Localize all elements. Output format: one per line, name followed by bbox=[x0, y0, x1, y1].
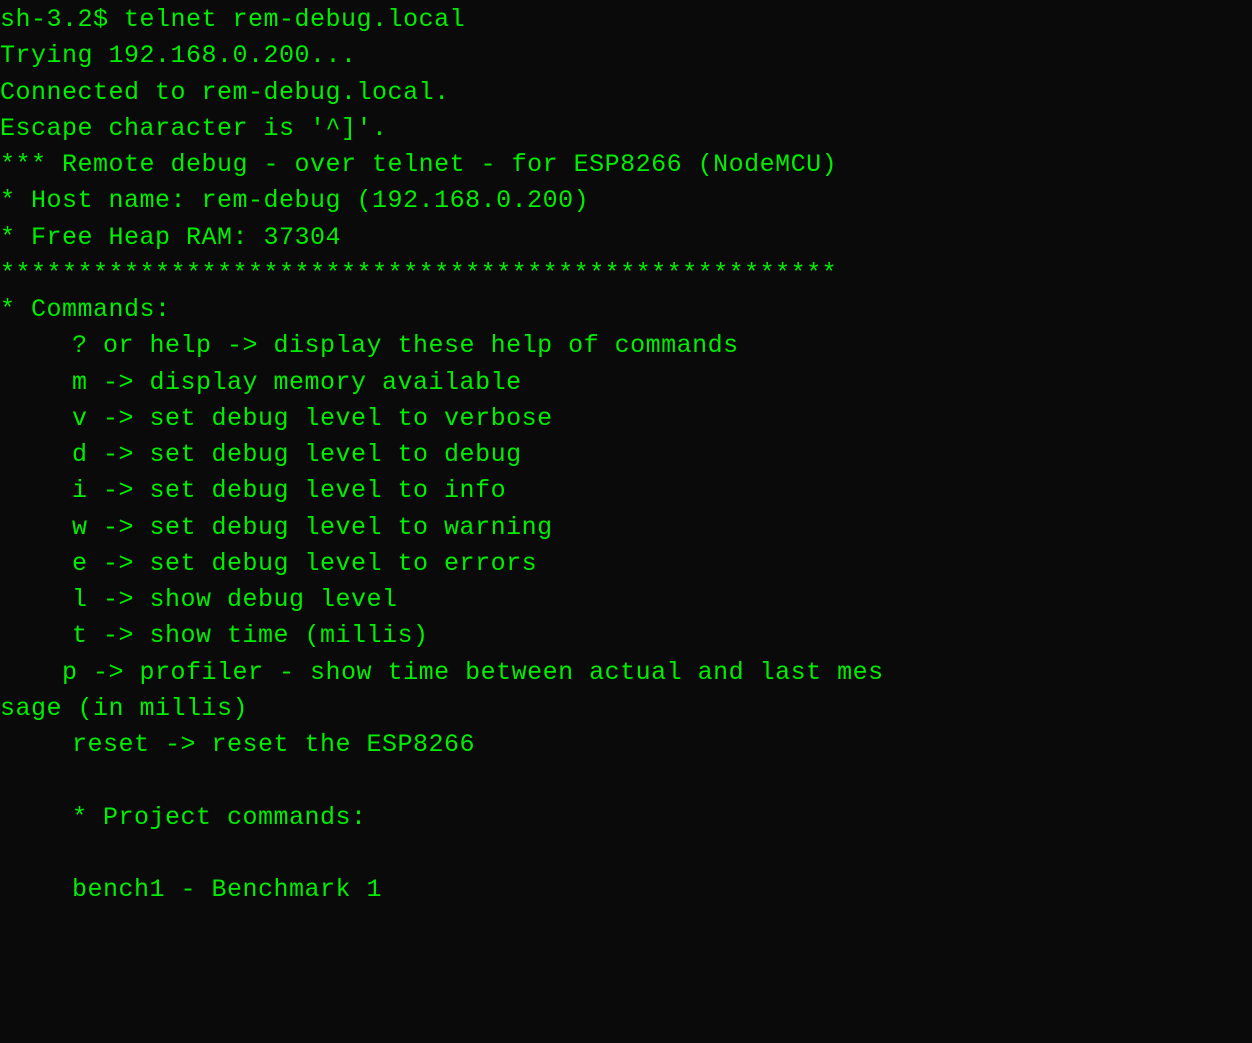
cmd-p-line2: sage (in millis) bbox=[0, 691, 1252, 727]
project-commands-header: * Project commands: bbox=[0, 800, 1252, 836]
hostname-line: * Host name: rem-debug (192.168.0.200) bbox=[0, 183, 1252, 219]
cmd-v: v -> set debug level to verbose bbox=[0, 401, 1252, 437]
trying-line: Trying 192.168.0.200... bbox=[0, 38, 1252, 74]
cmd-help: ? or help -> display these help of comma… bbox=[0, 328, 1252, 364]
separator-stars: ****************************************… bbox=[0, 256, 1252, 292]
cmd-i: i -> set debug level to info bbox=[0, 473, 1252, 509]
remote-debug-header: *** Remote debug - over telnet - for ESP… bbox=[0, 147, 1252, 183]
cmd-l: l -> show debug level bbox=[0, 582, 1252, 618]
blank-line-2 bbox=[0, 836, 1252, 872]
cmd-reset: reset -> reset the ESP8266 bbox=[0, 727, 1252, 763]
cmd-m: m -> display memory available bbox=[0, 365, 1252, 401]
connected-line: Connected to rem-debug.local. bbox=[0, 75, 1252, 111]
cmd-t: t -> show time (millis) bbox=[0, 618, 1252, 654]
commands-header: * Commands: bbox=[0, 292, 1252, 328]
freeheap-line: * Free Heap RAM: 37304 bbox=[0, 220, 1252, 256]
blank-line-1 bbox=[0, 763, 1252, 799]
cmd-p-line1: p -> profiler - show time between actual… bbox=[0, 655, 1252, 691]
prompt-line: sh-3.2$ telnet rem-debug.local bbox=[0, 2, 1252, 38]
cmd-d: d -> set debug level to debug bbox=[0, 437, 1252, 473]
escape-line: Escape character is '^]'. bbox=[0, 111, 1252, 147]
cmd-bench1: bench1 - Benchmark 1 bbox=[0, 872, 1252, 908]
cmd-w: w -> set debug level to warning bbox=[0, 510, 1252, 546]
cmd-e: e -> set debug level to errors bbox=[0, 546, 1252, 582]
